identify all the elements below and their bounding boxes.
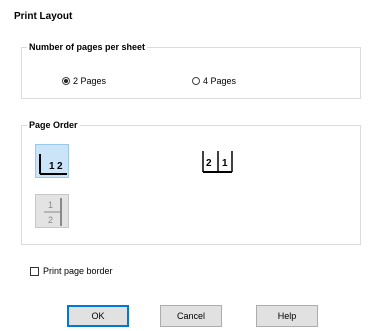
- dialog-title: Print Layout: [14, 11, 73, 22]
- print-page-border-label: Print page border: [43, 266, 113, 276]
- right-to-left-order-button[interactable]: 2 1: [200, 144, 234, 178]
- svg-text:1: 1: [48, 200, 53, 210]
- left-to-right-order-button[interactable]: 1 2: [35, 144, 69, 178]
- radio-4-pages-indicator[interactable]: [192, 77, 200, 85]
- cancel-button[interactable]: Cancel: [160, 305, 222, 327]
- print-page-border-checkbox[interactable]: Print page border: [30, 266, 113, 276]
- pages-per-sheet-label: Number of pages per sheet: [27, 42, 148, 52]
- svg-text:1: 1: [222, 158, 228, 169]
- svg-text:2: 2: [57, 161, 63, 172]
- print-page-border-box[interactable]: [30, 266, 39, 276]
- radio-4-pages-label: 4 Pages: [203, 76, 237, 86]
- help-button[interactable]: Help: [256, 305, 318, 327]
- radio-2-pages[interactable]: 2 Pages: [62, 76, 106, 86]
- right-to-left-order-icon: 2 1: [202, 151, 233, 173]
- svg-text:2: 2: [206, 158, 212, 169]
- print-layout-dialog: Print Layout Number of pages per sheet 2…: [0, 0, 381, 331]
- radio-2-pages-label: 2 Pages: [73, 76, 107, 86]
- top-to-bottom-order-icon: 1 2: [44, 198, 62, 226]
- page-order-group: [21, 125, 361, 245]
- left-to-right-order-icon: 1 2: [39, 154, 67, 175]
- ok-button[interactable]: OK: [67, 305, 129, 327]
- radio-4-pages[interactable]: 4 Pages: [192, 76, 236, 86]
- page-order-label: Page Order: [27, 120, 80, 130]
- svg-text:1: 1: [49, 161, 55, 172]
- top-to-bottom-order-button[interactable]: 1 2: [35, 194, 69, 228]
- svg-text:2: 2: [48, 215, 53, 225]
- radio-2-pages-indicator[interactable]: [62, 77, 70, 85]
- pages-per-sheet-group: [21, 47, 361, 99]
